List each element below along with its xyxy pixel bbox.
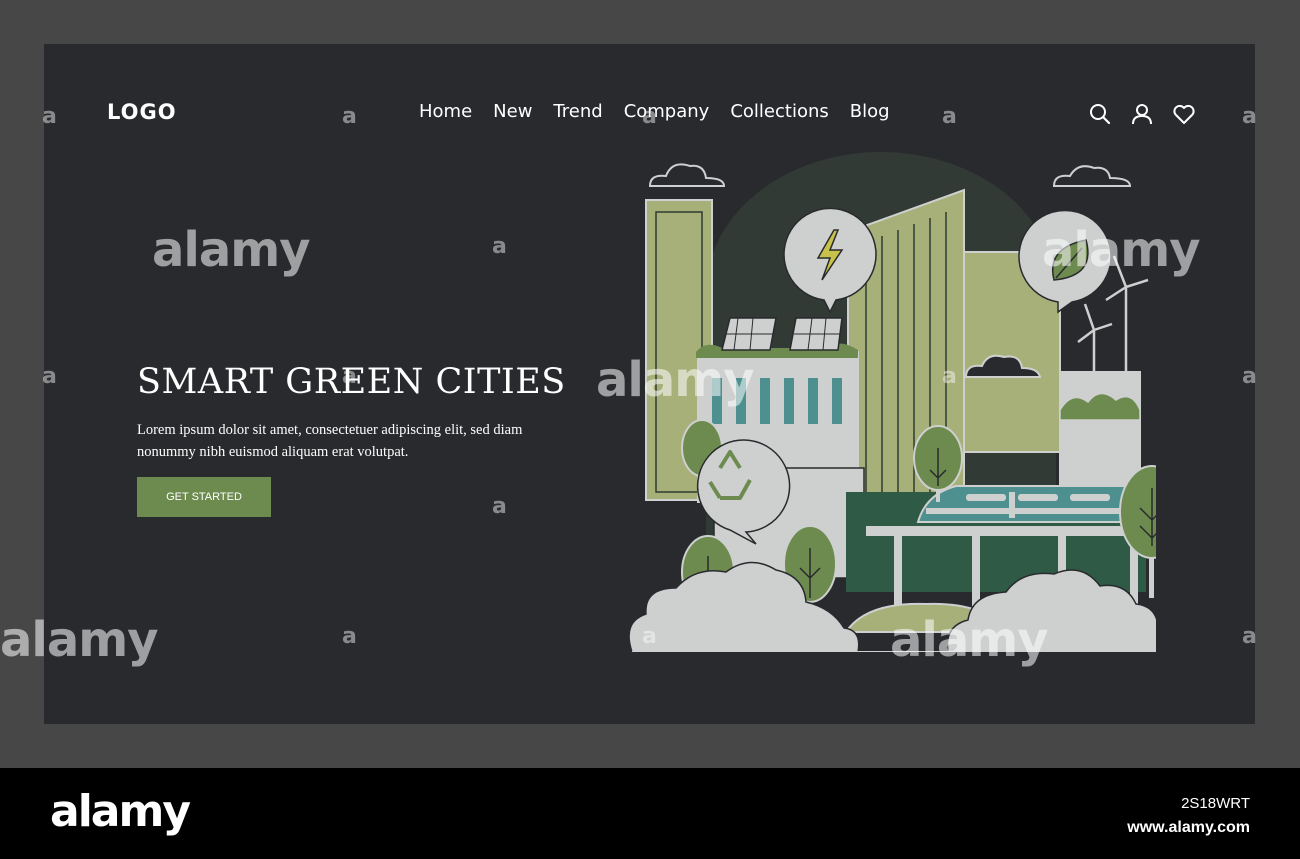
logo[interactable]: LOGO [107, 100, 177, 124]
watermark-letter: a [342, 364, 357, 389]
watermark-alamy: alamy [152, 222, 311, 278]
cloud-top-left [648, 163, 726, 187]
watermark-letter: a [42, 104, 57, 129]
watermark-letter: a [492, 494, 507, 519]
train [916, 485, 1127, 523]
watermark-letter: a [1242, 624, 1257, 649]
watermark-letter: a [492, 234, 507, 259]
footer-info: 2S18WRT www.alamy.com [1127, 792, 1250, 840]
watermark-alamy: alamy [0, 612, 159, 668]
footer-url[interactable]: www.alamy.com [1127, 816, 1250, 840]
hero-description: Lorem ipsum dolor sit amet, consectetuer… [137, 422, 523, 460]
watermark-alamy: alamy [596, 352, 755, 408]
footer-logo: alamy [50, 786, 191, 837]
get-started-button[interactable]: GET STARTED [137, 477, 271, 517]
watermark-letter: a [642, 624, 657, 649]
image-id: 2S18WRT [1181, 795, 1250, 812]
watermark-letter: a [342, 624, 357, 649]
rail-track [866, 526, 1144, 536]
cloud-top-right [1052, 165, 1132, 187]
watermark-letter: a [1242, 364, 1257, 389]
footer-bar: alamy 2S18WRT www.alamy.com [0, 768, 1300, 859]
nav-company[interactable]: Company [624, 101, 710, 122]
nav-home[interactable]: Home [419, 101, 472, 122]
nav-trend[interactable]: Trend [553, 101, 602, 122]
watermark-letter: a [642, 104, 657, 129]
watermark-alamy: alamy [890, 612, 1049, 668]
nav-blog[interactable]: Blog [850, 101, 890, 122]
watermark-letter: a [342, 104, 357, 129]
watermark-letter: a [942, 364, 957, 389]
search-icon[interactable] [1087, 101, 1113, 127]
nav-new[interactable]: New [493, 101, 532, 122]
nav-collections[interactable]: Collections [730, 101, 828, 122]
header-actions [1087, 101, 1197, 127]
user-icon[interactable] [1129, 101, 1155, 127]
watermark-letter: a [942, 104, 957, 129]
heart-icon[interactable] [1171, 101, 1197, 127]
watermark-alamy: alamy [1042, 222, 1201, 278]
watermark-letter: a [42, 364, 57, 389]
watermark-letter: a [1242, 104, 1257, 129]
